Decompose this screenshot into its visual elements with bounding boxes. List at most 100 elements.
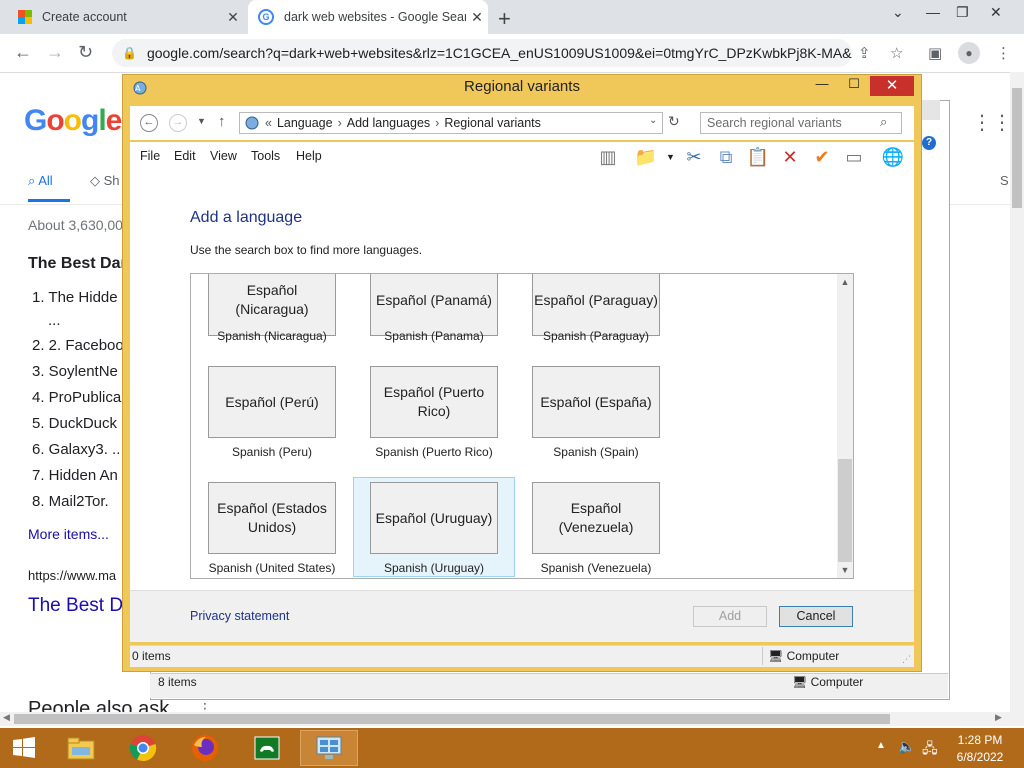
language-tile-venezuela[interactable]: Español (Venezuela): [532, 482, 660, 554]
language-tile-uruguay[interactable]: Español (Uruguay): [370, 482, 498, 554]
page-hscroll-thumb[interactable]: [14, 714, 890, 724]
scroll-right-icon[interactable]: ▶: [995, 712, 1002, 723]
list-item: 1. The Hidde: [32, 289, 118, 306]
language-tile-panama[interactable]: Español (Panamá): [370, 274, 498, 336]
close-tab-icon[interactable]: ✕: [466, 9, 488, 26]
result-url[interactable]: https://www.ma: [28, 568, 116, 583]
tab-shopping[interactable]: ◇ Sh: [90, 173, 120, 189]
privacy-statement-link[interactable]: Privacy statement: [190, 609, 289, 623]
maximize-icon[interactable]: ☐: [842, 76, 866, 96]
taskbar-game-app[interactable]: [238, 730, 296, 766]
restore-icon[interactable]: ❐: [956, 4, 969, 21]
show-hidden-icons-icon[interactable]: ▲: [876, 740, 886, 751]
language-tile-nicaragua[interactable]: Español (Nicaragua): [208, 274, 336, 336]
status-items-count: 0 items: [132, 649, 171, 663]
taskbar-control-panel[interactable]: [300, 730, 358, 766]
language-tile-puerto-rico[interactable]: Español (Puerto Rico): [370, 366, 498, 438]
breadcrumb-regional-variants[interactable]: Regional variants: [444, 116, 541, 130]
reload-icon[interactable]: ↻: [78, 42, 93, 63]
language-tile-paraguay[interactable]: Español (Paraguay): [532, 274, 660, 336]
breadcrumb[interactable]: « Language › Add languages › Regional va…: [239, 112, 663, 134]
back-icon[interactable]: ←: [14, 42, 32, 63]
background-computer-label: 🖥 Computer: [792, 675, 863, 689]
minimize-icon[interactable]: —: [926, 4, 940, 20]
close-window-icon[interactable]: ✕: [870, 76, 914, 96]
properties-icon[interactable]: ▭: [842, 145, 866, 169]
address-dropdown-icon[interactable]: ⌄: [649, 115, 657, 126]
language-caption: Spanish (Uruguay): [383, 561, 485, 575]
tab-google-search[interactable]: G dark web websites - Google Sear ✕: [248, 0, 488, 34]
list-scrollbar-thumb[interactable]: [838, 459, 852, 562]
new-tab-icon[interactable]: +: [498, 6, 511, 32]
language-tile-spain[interactable]: Español (España): [532, 366, 660, 438]
tag-icon: ◇: [90, 173, 100, 188]
layout-pane-icon[interactable]: ▥: [596, 145, 620, 169]
folder-check-icon[interactable]: 📁: [634, 145, 658, 169]
result-title-link[interactable]: The Best D: [28, 595, 123, 617]
taskbar-firefox[interactable]: [176, 730, 234, 766]
side-panel-icon[interactable]: ▣: [928, 44, 942, 62]
forward-icon[interactable]: →: [169, 114, 187, 132]
up-arrow-icon[interactable]: ↑: [218, 113, 226, 130]
page-scrollbar-thumb[interactable]: [1012, 88, 1022, 208]
back-icon[interactable]: ←: [140, 114, 158, 132]
close-window-icon[interactable]: ✕: [990, 4, 1002, 21]
windows-logo-icon: [13, 737, 35, 758]
globe-network-icon[interactable]: 🌐: [881, 145, 905, 169]
breadcrumb-separator-icon[interactable]: ›: [338, 116, 342, 130]
share-icon[interactable]: ⇪: [858, 44, 871, 62]
menu-view[interactable]: View: [210, 149, 237, 163]
dropdown-chevron-icon[interactable]: ▼: [666, 152, 675, 162]
tab-search-chevron-icon[interactable]: ⌄: [892, 4, 904, 21]
game-controller-icon: [254, 736, 280, 760]
scroll-up-icon[interactable]: ▲: [837, 277, 853, 287]
taskbar-file-explorer[interactable]: [52, 730, 110, 766]
refresh-icon[interactable]: ↻: [668, 113, 680, 130]
start-button[interactable]: [0, 728, 48, 768]
tab-create-account[interactable]: Create account ✕: [8, 0, 244, 34]
result-count: About 3,630,00: [28, 217, 123, 233]
profile-avatar-icon[interactable]: ●: [958, 42, 980, 64]
search-icon[interactable]: ⌕: [880, 114, 887, 130]
language-tile-peru[interactable]: Español (Perú): [208, 366, 336, 438]
delete-x-icon[interactable]: ✕: [778, 145, 802, 169]
bookmark-star-icon[interactable]: ☆: [890, 44, 903, 62]
language-caption: Spanish (Paraguay): [542, 329, 650, 343]
breadcrumb-separator-icon[interactable]: ›: [435, 116, 439, 130]
tab-right-label[interactable]: S: [1000, 173, 1009, 188]
cancel-button[interactable]: Cancel: [779, 606, 853, 627]
search-regional-variants-input[interactable]: Search regional variants: [700, 112, 902, 134]
tab-all[interactable]: ⌕ All: [28, 173, 53, 189]
google-logo[interactable]: Google: [24, 104, 122, 138]
menu-tools[interactable]: Tools: [251, 149, 280, 163]
clock-time: 1:28 PM: [957, 733, 1003, 747]
chrome-menu-icon[interactable]: ⋮: [996, 44, 1011, 62]
cut-scissors-icon[interactable]: ✂: [682, 145, 706, 169]
language-tile-united-states[interactable]: Español (Estados Unidos): [208, 482, 336, 554]
menu-file[interactable]: File: [140, 149, 160, 163]
more-items-link[interactable]: More items...: [28, 526, 109, 542]
network-icon[interactable]: 🖧: [922, 738, 938, 762]
breadcrumb-overflow[interactable]: «: [265, 116, 272, 130]
address-bar[interactable]: 🔒 google.com/search?q=dark+web+websites&…: [112, 39, 852, 67]
menu-help[interactable]: Help: [296, 149, 322, 163]
taskbar-chrome[interactable]: [114, 730, 172, 766]
close-tab-icon[interactable]: ✕: [222, 9, 244, 26]
taskbar-clock[interactable]: 1:28 PM 6/8/2022: [944, 732, 1016, 766]
resize-grip-icon[interactable]: ⋰: [902, 654, 911, 665]
volume-muted-icon[interactable]: 🔈: [898, 738, 915, 755]
help-icon[interactable]: ?: [922, 136, 936, 150]
breadcrumb-add-languages[interactable]: Add languages: [347, 116, 430, 130]
scroll-left-icon[interactable]: ◀: [3, 712, 10, 723]
breadcrumb-language[interactable]: Language: [277, 116, 333, 130]
clock-date: 6/8/2022: [956, 750, 1004, 764]
paste-clipboard-icon[interactable]: 📋: [746, 145, 770, 169]
forward-icon[interactable]: →: [46, 42, 64, 63]
minimize-icon[interactable]: —: [810, 76, 834, 96]
scroll-down-icon[interactable]: ▼: [837, 565, 853, 575]
recent-locations-chevron-icon[interactable]: ▼: [197, 116, 206, 126]
add-button[interactable]: Add: [693, 606, 767, 627]
menu-edit[interactable]: Edit: [174, 149, 196, 163]
copy-icon[interactable]: ⧉: [714, 145, 738, 169]
checkmark-icon[interactable]: ✔: [810, 145, 834, 169]
